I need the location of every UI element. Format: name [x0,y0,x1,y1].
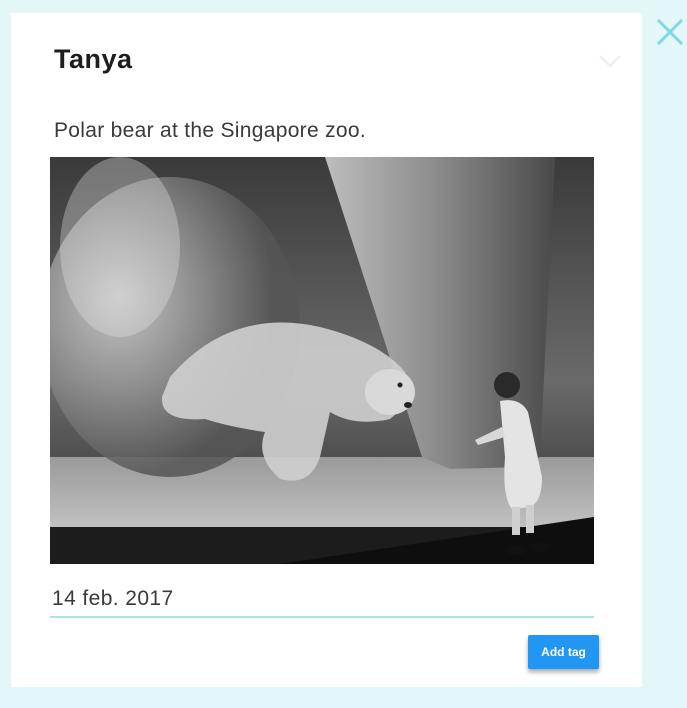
add-tag-button[interactable]: Add tag [528,635,599,669]
post-card: Tanya Polar bear at the Singapore zoo. 1… [11,13,642,687]
chevron-down-icon[interactable] [598,53,622,69]
post-author-title: Tanya [54,44,133,74]
post-photo [50,157,594,564]
close-icon[interactable] [656,17,684,47]
date-field[interactable] [50,582,594,618]
post-caption: Polar bear at the Singapore zoo. [54,119,366,142]
